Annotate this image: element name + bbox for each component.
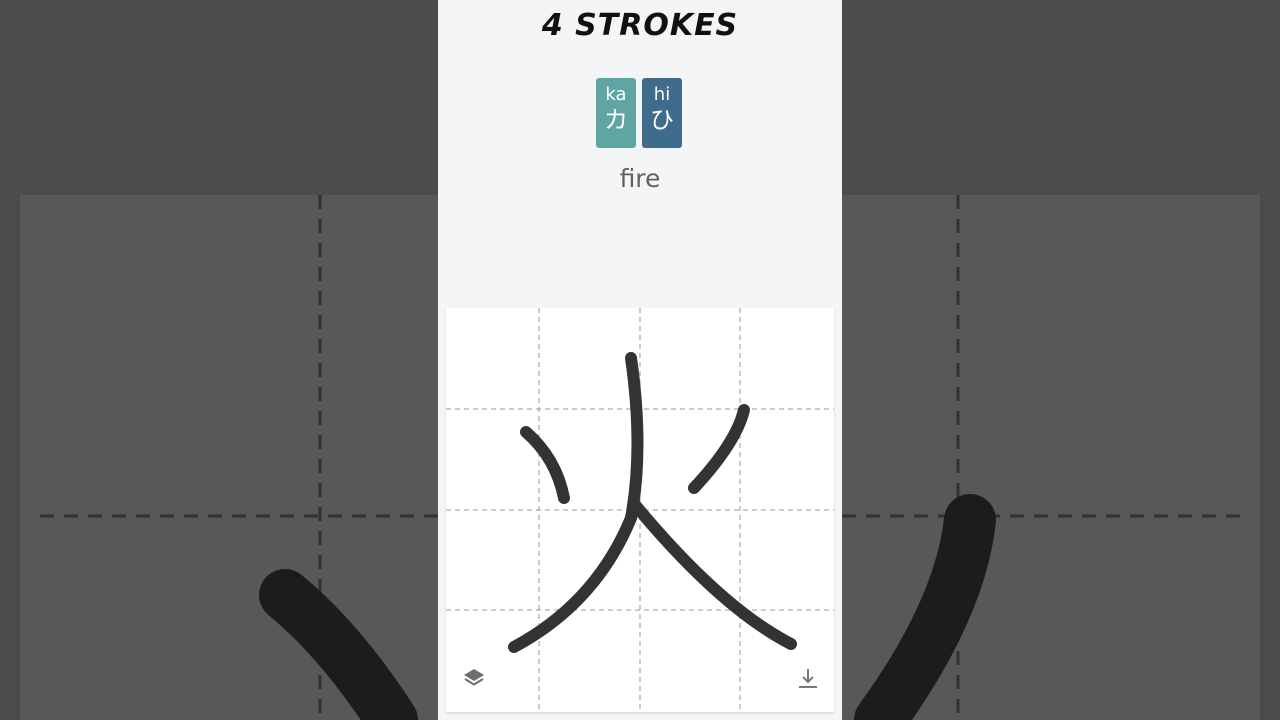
writing-canvas[interactable]	[446, 308, 834, 712]
practice-grid	[446, 308, 834, 712]
reading-badge-ka[interactable]: ka カ	[596, 78, 636, 148]
reading-kana: ひ	[650, 106, 674, 134]
stroke-2	[688, 404, 750, 494]
reading-kana: カ	[604, 106, 628, 134]
kanji-meaning: fire	[619, 164, 661, 193]
layers-button[interactable]	[462, 666, 490, 694]
readings-group: ka カ hi ひ	[596, 78, 682, 148]
stroke-1	[520, 426, 570, 504]
layers-icon	[464, 669, 484, 686]
stroke-count-title: 4 STROKES	[541, 8, 739, 43]
stroke-4	[630, 500, 797, 650]
download-icon	[799, 669, 817, 688]
kanji-strokes	[508, 352, 797, 653]
download-button[interactable]	[796, 666, 824, 694]
reading-badge-hi[interactable]: hi ひ	[642, 78, 682, 148]
stroke-3	[508, 352, 644, 653]
kanji-card: 4 STROKES ka カ hi ひ fire	[438, 0, 842, 720]
reading-romaji: ka	[605, 84, 627, 105]
reading-romaji: hi	[653, 84, 671, 105]
